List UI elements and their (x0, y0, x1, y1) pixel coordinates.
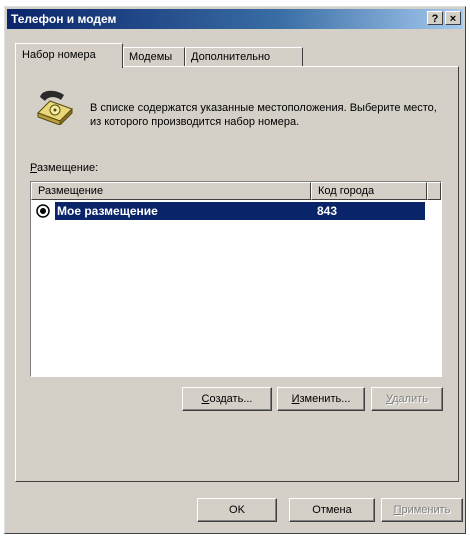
edit-button[interactable]: Изменить... (277, 387, 365, 411)
ok-button[interactable]: OK (197, 498, 277, 522)
dialing-panel: В списке содержатся указанные местополож… (15, 66, 459, 482)
column-header-area-code[interactable]: Код города (311, 182, 427, 200)
tab-advanced[interactable]: Дополнительно (185, 47, 303, 67)
help-button[interactable]: ? (427, 11, 443, 25)
radio-selected-icon[interactable] (36, 204, 50, 218)
phone-modem-dialog: Телефон и модем ? × Набор номера Модемы … (4, 6, 466, 534)
create-button[interactable]: Создать... (182, 387, 272, 411)
intro-text: В списке содержатся указанные местополож… (90, 102, 437, 128)
tab-dialing[interactable]: Набор номера (15, 43, 123, 68)
column-header-filler (427, 182, 441, 200)
tab-modems[interactable]: Модемы (123, 47, 185, 67)
telephone-icon (37, 90, 73, 125)
apply-button[interactable]: Применить (381, 498, 463, 522)
window-title: Телефон и модем (11, 12, 117, 26)
locations-label: Размещение: (30, 162, 99, 174)
list-item[interactable]: Мое размещение 843 (33, 202, 425, 220)
column-header-location[interactable]: Размещение (31, 182, 311, 200)
locations-list[interactable]: Размещение Код города Мое размещение 843 (30, 181, 442, 377)
cancel-button[interactable]: Отмена (289, 498, 375, 522)
delete-button[interactable]: Удалить (371, 387, 443, 411)
close-button[interactable]: × (445, 11, 461, 25)
location-area-code: 843 (317, 204, 338, 218)
location-name: Мое размещение (57, 204, 158, 218)
title-bar[interactable]: Телефон и модем ? × (7, 9, 463, 29)
